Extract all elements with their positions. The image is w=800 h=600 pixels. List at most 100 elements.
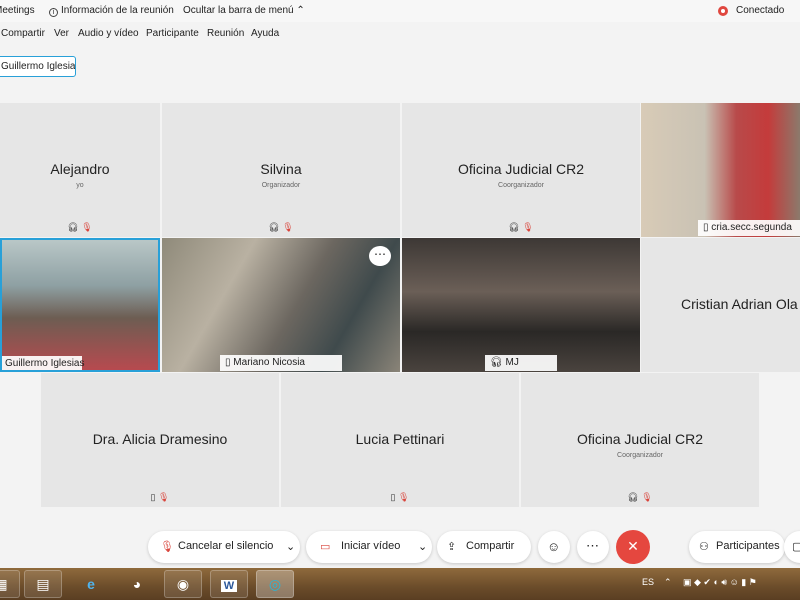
windows-icon: ▦	[0, 576, 8, 592]
taskbar-webex[interactable]: ◎	[256, 570, 294, 598]
connection-status: Conectado	[736, 5, 785, 16]
chevron-down-icon[interactable]: ⌄	[286, 540, 295, 553]
windows-taskbar: ▦ ▤ e ◕ ◉ W ◎ ES ⌃ ▣ ◆ ✔ ◐ 🔊︎ ☺ ▮ ⚑	[0, 568, 800, 600]
share-button[interactable]: ⇪ Compartir	[437, 531, 531, 563]
mic-muted-icon: 🎙︎	[398, 492, 410, 502]
more-options-icon[interactable]: ⋯	[369, 246, 391, 266]
webex-icon: ◎	[268, 576, 282, 592]
participant-name: cria.secc.segunda	[711, 222, 792, 233]
tile-alicia-dramesino[interactable]: Dra. Alicia Dramesino ▯ 🎙︎	[41, 373, 279, 507]
info-icon: i	[49, 8, 58, 17]
headset-icon: 🎧︎	[508, 222, 520, 232]
participant-name: Oficina Judicial CR2	[576, 431, 704, 447]
menu-participante[interactable]: Participante	[146, 28, 199, 39]
tile-oficina-judicial-2[interactable]: Oficina Judicial CR2 Coorganizador 🎧︎ 🎙︎	[521, 373, 759, 507]
meeting-info-label: Información de la reunión	[61, 5, 174, 16]
hide-menu-button[interactable]: Ocultar la barra de menú ⌃	[183, 5, 305, 16]
tile-mj[interactable]: 🎧︎ MJ	[402, 238, 640, 372]
end-call-button[interactable]: ✕	[616, 530, 650, 564]
mic-muted-icon: 🎙︎	[160, 541, 174, 553]
participants-button[interactable]: ⚇ Participantes	[689, 531, 785, 563]
phone-icon: ▯	[150, 492, 156, 502]
menu-bar: Compartir Ver Audio y vídeo Participante…	[0, 22, 800, 46]
tile-lucia-pettinari[interactable]: Lucia Pettinari ▯ 🎙︎	[281, 373, 519, 507]
tile-mariano-nicosia[interactable]: ⋯ ▯ Mariano Nicosia	[162, 238, 400, 372]
participant-name: Mariano Nicosia	[233, 357, 305, 368]
chrome-icon: ◉	[176, 576, 190, 592]
internet-explorer-icon: e	[87, 576, 95, 592]
hide-menu-label: Ocultar la barra de menú	[183, 5, 294, 16]
menu-reunion[interactable]: Reunión	[207, 28, 244, 39]
chat-button[interactable]: ▢	[784, 531, 800, 563]
participants-label: Participantes	[716, 540, 780, 552]
windows-start-button[interactable]: ▦	[0, 570, 20, 598]
participant-name: Oficina Judicial CR2	[457, 161, 585, 177]
mic-muted-icon: 🎙︎	[81, 222, 93, 232]
chevron-down-icon[interactable]: ⌄	[418, 540, 427, 553]
start-video-label: Iniciar vídeo	[341, 540, 401, 552]
mic-muted-icon: 🎙︎	[282, 222, 294, 232]
tray-chevron-icon[interactable]: ⌃	[664, 577, 672, 588]
video-off-icon: ▭	[320, 541, 331, 553]
taskbar-file-explorer[interactable]: ▤	[24, 570, 62, 598]
menu-ayuda[interactable]: Ayuda	[251, 28, 279, 39]
headset-icon: 🎧︎	[627, 492, 639, 502]
taskbar-paint[interactable]: ◕	[118, 570, 156, 598]
menu-compartir[interactable]: Compartir	[1, 28, 45, 39]
participant-role: Organizador	[261, 182, 301, 189]
phone-icon: ▯	[390, 492, 396, 502]
taskbar-chrome[interactable]: ◉	[164, 570, 202, 598]
participant-name: Cristian Adrian Ola	[681, 296, 798, 312]
word-icon: W	[220, 580, 238, 592]
mic-muted-icon: 🎙︎	[522, 222, 534, 232]
tray-app-icons[interactable]: ▣ ◆ ✔ ◐ 🔊︎ ☺ ▮ ⚑	[683, 577, 757, 588]
reactions-button[interactable]: ☺	[538, 531, 570, 563]
taskbar-word[interactable]: W	[210, 570, 248, 598]
language-indicator[interactable]: ES	[642, 577, 654, 587]
window-title-bar: Meetings iInformación de la reunión Ocul…	[0, 0, 800, 22]
share-icon: ⇪	[447, 541, 457, 553]
participant-name: Lucia Pettinari	[355, 431, 445, 447]
active-speaker-chip[interactable]: Guillermo Iglesias	[0, 56, 76, 77]
phone-icon: ▯	[703, 222, 709, 233]
tile-oficina-judicial-1[interactable]: Oficina Judicial CR2 Coorganizador 🎧︎ 🎙︎	[402, 103, 640, 237]
participant-name: Dra. Alicia Dramesino	[92, 431, 228, 447]
start-video-button[interactable]: ▭ Iniciar vídeo ⌄	[306, 531, 432, 563]
connection-status-icon	[718, 6, 728, 16]
more-options-button[interactable]: ⋯	[577, 531, 609, 563]
app-title: Meetings	[0, 5, 35, 16]
menu-ver[interactable]: Ver	[54, 28, 69, 39]
tile-alejandro[interactable]: Alejandro yo 🎧︎ 🎙︎	[0, 103, 160, 237]
participant-name: Silvina	[260, 161, 302, 177]
taskbar-internet-explorer[interactable]: e	[72, 570, 110, 598]
mic-muted-icon: 🎙︎	[641, 492, 653, 502]
unmute-button[interactable]: 🎙︎ Cancelar el silencio ⌄	[148, 531, 300, 563]
participant-label: ▯ Mariano Nicosia	[220, 355, 342, 371]
tile-guillermo-iglesias[interactable]: Guillermo Iglesias	[0, 238, 160, 372]
chat-icon: ▢	[792, 541, 800, 553]
chevron-up-icon: ⌃	[296, 5, 305, 16]
participant-role: yo	[76, 182, 84, 189]
smiley-icon: ☺	[547, 539, 561, 554]
participant-role: Coorganizador	[617, 452, 663, 459]
participant-name: MJ	[505, 357, 519, 368]
menu-audio-video[interactable]: Audio y vídeo	[78, 28, 139, 39]
headset-icon: 🎧︎	[67, 222, 79, 232]
headset-icon: 🎧︎	[490, 357, 503, 368]
tile-cristian-adrian[interactable]: Cristian Adrian Ola	[641, 238, 800, 372]
more-options-icon: ⋯	[586, 538, 599, 553]
folder-icon: ▤	[36, 576, 50, 592]
unmute-label: Cancelar el silencio	[178, 540, 274, 552]
headset-icon: 🎧︎	[268, 222, 280, 232]
tile-silvina[interactable]: Silvina Organizador 🎧︎ 🎙︎	[162, 103, 400, 237]
tile-cria-secc-segunda[interactable]: ▯ cria.secc.segunda	[641, 103, 800, 237]
meeting-info-button[interactable]: i Información de la reunión	[49, 5, 174, 17]
person-icon: ⚇	[699, 541, 709, 553]
participant-label: Guillermo Iglesias	[2, 356, 84, 370]
participant-role: Coorganizador	[498, 182, 544, 189]
participant-name: Alejandro	[50, 161, 110, 177]
share-label: Compartir	[466, 540, 515, 552]
paint-palette-icon: ◕	[132, 576, 142, 592]
participant-label: ▯ cria.secc.segunda	[698, 220, 800, 236]
close-icon: ✕	[627, 538, 639, 554]
